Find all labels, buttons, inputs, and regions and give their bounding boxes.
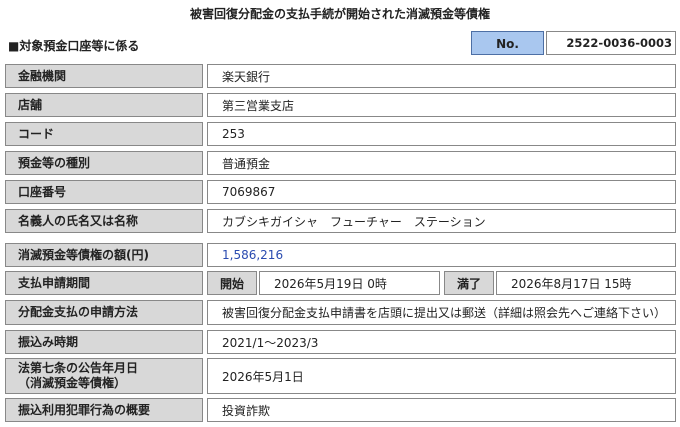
section-label: ■対象預金口座等に係る	[8, 39, 140, 53]
row-transfer-period: 振込み時期 2021/1～2023/3	[5, 330, 676, 354]
application-method-label: 分配金支払の申請方法	[5, 300, 203, 325]
claim-amount-value: 1,586,216	[207, 243, 676, 267]
row-holder-name: 名義人の氏名又は名称 カブシキガイシャ フューチャー ステーション	[5, 209, 676, 233]
page-title: 被害回復分配金の支払手続が開始された消滅預金等債権	[189, 7, 490, 21]
bank-label: 金融機関	[5, 64, 203, 88]
code-value: 253	[207, 122, 676, 146]
period-start-label: 開始	[207, 271, 257, 295]
number-value: 2522-0036-0003	[546, 31, 676, 55]
row-deposit-type: 預金等の種別 普通預金	[5, 151, 676, 175]
notice-date-value: 2026年5月1日	[207, 358, 676, 394]
period-end-value: 2026年8月17日 15時	[496, 271, 676, 295]
crime-summary-value: 投資詐欺	[207, 398, 676, 422]
transfer-period-label: 振込み時期	[5, 330, 203, 354]
branch-value: 第三営業支店	[207, 93, 676, 117]
period-start-value: 2026年5月19日 0時	[259, 271, 440, 295]
transfer-period-value: 2021/1～2023/3	[207, 330, 676, 354]
row-crime-summary: 振込利用犯罪行為の概要 投資詐欺	[5, 398, 676, 422]
holder-name-value: カブシキガイシャ フューチャー ステーション	[207, 209, 676, 233]
account-number-label: 口座番号	[5, 180, 203, 204]
row-notice-date: 法第七条の公告年月日 （消滅預金等債権） 2026年5月1日	[5, 358, 676, 394]
branch-label: 店舗	[5, 93, 203, 117]
row-application-method: 分配金支払の申請方法 被害回復分配金支払申請書を店頭に提出又は郵送（詳細は照会先…	[5, 300, 676, 325]
payment-period-label: 支払申請期間	[5, 271, 203, 295]
deposit-type-value: 普通預金	[207, 151, 676, 175]
row-payment-period: 支払申請期間 開始 2026年5月19日 0時 満了 2026年8月17日 15…	[5, 271, 676, 295]
number-label: No.	[471, 31, 544, 55]
row-code: コード 253	[5, 122, 676, 146]
account-number-value: 7069867	[207, 180, 676, 204]
notice-date-label-line2: （消滅預金等債権）	[18, 376, 127, 390]
period-end-label: 満了	[444, 271, 494, 295]
deposit-type-label: 預金等の種別	[5, 151, 203, 175]
bank-value: 楽天銀行	[207, 64, 676, 88]
code-label: コード	[5, 122, 203, 146]
row-bank: 金融機関 楽天銀行	[5, 64, 676, 88]
holder-name-label: 名義人の氏名又は名称	[5, 209, 203, 233]
row-claim-amount: 消滅預金等債権の額(円) 1,586,216	[5, 243, 676, 267]
crime-summary-label: 振込利用犯罪行為の概要	[5, 398, 203, 422]
notice-date-label-line1: 法第七条の公告年月日	[18, 361, 139, 375]
row-branch: 店舗 第三営業支店	[5, 93, 676, 117]
row-account-number: 口座番号 7069867	[5, 180, 676, 204]
notice-date-label: 法第七条の公告年月日 （消滅預金等債権）	[5, 358, 203, 394]
claim-amount-label: 消滅預金等債権の額(円)	[5, 243, 203, 267]
application-method-value: 被害回復分配金支払申請書を店頭に提出又は郵送（詳細は照会先へご連絡下さい）	[207, 300, 676, 325]
